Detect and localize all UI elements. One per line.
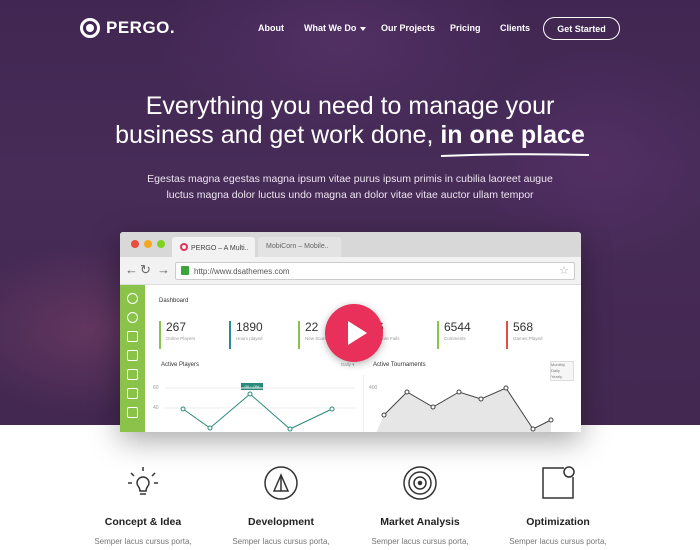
- target-signal-icon: [403, 466, 437, 500]
- chart-point: [247, 391, 253, 397]
- chart-point: [530, 426, 536, 432]
- browser-address-bar: ← ↻ → http://www.dsathemes.com ☆: [120, 257, 581, 285]
- lightbulb-icon: [128, 467, 158, 495]
- panel-title-active-tournaments: Active Tournaments: [373, 362, 426, 368]
- subtitle-line-2: luctus magna dolor luctus undo magna an …: [166, 189, 534, 201]
- chart-point: [381, 412, 387, 418]
- url-field[interactable]: http://www.dsathemes.com ☆: [175, 262, 575, 280]
- feature-card: Development Semper lacus cursus porta,: [211, 463, 351, 547]
- window-maximize-icon: [157, 240, 165, 248]
- window-minimize-icon: [144, 240, 152, 248]
- feature-title: Concept & Idea: [104, 516, 182, 528]
- chart-point: [404, 389, 410, 395]
- chart-point: [478, 396, 484, 402]
- subtitle-line-1: Egestas magna egestas magna ipsum vitae …: [147, 173, 553, 185]
- headline-line-2: business and get work done, in one place: [0, 121, 700, 157]
- stat-label: Comments: [444, 336, 466, 341]
- chat-icon[interactable]: [127, 388, 138, 399]
- headline-highlight-text: in one place: [440, 121, 585, 149]
- panel-divider: [363, 375, 364, 432]
- get-started-button[interactable]: Get Started: [543, 17, 620, 40]
- feature-description: Semper lacus cursus porta,: [371, 537, 469, 546]
- feature-title: Optimization: [526, 516, 590, 528]
- window-close-icon: [131, 240, 139, 248]
- feature-description: Semper lacus cursus porta,: [94, 537, 192, 546]
- headline-line-2-text: business and get work done,: [115, 121, 441, 149]
- chart-point: [207, 425, 213, 431]
- nav-item-clients[interactable]: Clients: [500, 23, 530, 33]
- nav-item-pricing[interactable]: Pricing: [450, 23, 481, 33]
- image-icon[interactable]: [127, 407, 138, 418]
- underline-swoosh-icon: [441, 153, 590, 157]
- range-select-value: Daily: [341, 362, 352, 367]
- lock-icon: [181, 266, 189, 275]
- nav-item-our-projects[interactable]: Our Projects: [381, 23, 435, 33]
- chart-point: [548, 417, 554, 423]
- forward-arrow-icon[interactable]: →: [157, 262, 170, 277]
- stat-value: 6: [377, 321, 440, 334]
- hero-headline: Everything you need to manage your busin…: [0, 92, 700, 157]
- reload-icon[interactable]: ↻: [140, 262, 151, 278]
- stat-label: Online Players: [166, 336, 196, 341]
- feature-title: Development: [248, 516, 314, 528]
- back-arrow-icon[interactable]: ←: [125, 262, 138, 277]
- active-tournaments-area-chart: [376, 385, 554, 432]
- chart-point: [430, 404, 436, 410]
- stat-value: 1890: [236, 320, 263, 334]
- range-dropdown[interactable]: Monthly Daily Yearly: [550, 361, 574, 381]
- feature-description: Semper lacus cursus porta,: [232, 537, 330, 546]
- square-dot-icon: [542, 466, 575, 499]
- chevron-down-icon: [360, 26, 367, 31]
- info-icon[interactable]: [127, 293, 138, 304]
- stat-label: Score Fails: [377, 336, 400, 341]
- stat-label: Hours played: [236, 336, 263, 341]
- feature-card: Concept & Idea Semper lacus cursus porta…: [73, 463, 213, 547]
- browser-tab-label: MobiCorn – Mobile..: [266, 243, 329, 250]
- chart-point: [503, 385, 509, 391]
- headline-highlight: in one place: [440, 121, 590, 157]
- stat-card: 1890 Hours played: [229, 321, 299, 349]
- dashboard-title: Dashboard: [159, 298, 189, 304]
- user-icon[interactable]: [127, 312, 138, 323]
- stat-card: 568 Games Played: [506, 321, 576, 349]
- range-select[interactable]: Daily ▾: [341, 362, 355, 368]
- stat-card: 267 Online Players: [159, 321, 229, 349]
- list-icon[interactable]: [127, 369, 138, 380]
- dashboard-sidebar: [120, 285, 145, 432]
- play-video-button[interactable]: [325, 304, 383, 362]
- browser-tab-inactive[interactable]: MobiCorn – Mobile..: [258, 237, 341, 257]
- features-section: Concept & Idea Semper lacus cursus porta…: [0, 425, 700, 550]
- feature-card: Market Analysis Semper lacus cursus port…: [350, 463, 490, 547]
- stat-value: 267: [166, 320, 187, 334]
- chart-point: [180, 406, 186, 412]
- nav-item-about[interactable]: About: [258, 23, 284, 33]
- bookmark-star-icon[interactable]: ☆: [559, 264, 569, 277]
- stat-label: Games Played: [513, 336, 543, 341]
- stat-value: 568: [513, 320, 534, 334]
- axis-tick: 40: [153, 405, 159, 411]
- browser-tabbar: PERGO – A Multi.. MobiCorn – Mobile..: [120, 232, 581, 257]
- active-players-line-chart: [165, 387, 355, 432]
- axis-tick: 60: [153, 385, 159, 391]
- feature-card: Optimization Semper lacus cursus porta,: [488, 463, 628, 547]
- chart-point: [456, 389, 462, 395]
- chart-point: [287, 426, 293, 432]
- nav-item-what-we-do[interactable]: What We Do: [304, 23, 367, 33]
- panel-title-active-players: Active Players: [161, 362, 200, 368]
- stat-card: 6544 Comments: [437, 321, 507, 349]
- stat-value: 6544: [444, 320, 471, 334]
- browser-tab-active[interactable]: PERGO – A Multi..: [172, 237, 255, 257]
- hero-subtitle: Egestas magna egestas magna ipsum vitae …: [0, 171, 700, 203]
- favicon-icon: [180, 243, 188, 251]
- nav-item-label: What We Do: [304, 23, 357, 33]
- feature-description: Semper lacus cursus porta,: [509, 537, 607, 546]
- url-text: http://www.dsathemes.com: [194, 267, 290, 276]
- browser-tab-label: PERGO – A Multi..: [191, 245, 249, 252]
- chart-point: [329, 406, 335, 412]
- headline-line-1: Everything you need to manage your: [145, 92, 555, 120]
- feature-title: Market Analysis: [380, 516, 460, 528]
- pencil-badge-icon: [264, 466, 298, 500]
- document-icon[interactable]: [127, 350, 138, 361]
- pencil-icon[interactable]: [127, 331, 138, 342]
